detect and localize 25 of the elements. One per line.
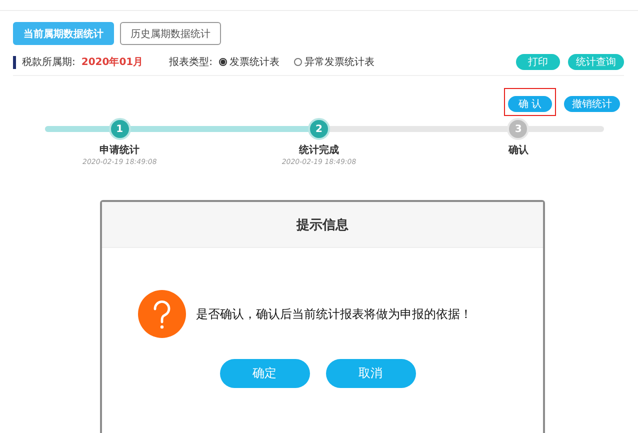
radio-button[interactable] <box>294 58 302 66</box>
report-type-label: 报表类型: <box>169 56 212 69</box>
step-circle: 3 <box>507 118 530 140</box>
radio-option[interactable]: 发票统计表 <box>218 55 280 69</box>
step-label: 申请统计 <box>100 144 140 157</box>
dialog-button[interactable]: 取消 <box>326 359 416 388</box>
step-circle: 2 <box>308 118 330 140</box>
tab[interactable]: 当前属期数据统计 <box>13 22 114 45</box>
radio-option[interactable]: 异常发票统计表 <box>294 55 374 69</box>
step-label: 统计完成 <box>298 143 339 157</box>
accent-bar <box>13 56 16 68</box>
radio-button[interactable] <box>218 58 226 66</box>
period-value: 2020年01月 <box>81 56 144 69</box>
dialog-title: 提示信息 <box>296 216 348 234</box>
pill-button[interactable]: 撤销统计 <box>564 96 620 112</box>
period-label: 税款所属期: <box>22 56 76 69</box>
pill-button[interactable]: 统计查询 <box>568 54 624 70</box>
step-circle: 1 <box>108 118 131 140</box>
step-label: 确认 <box>508 144 528 157</box>
dialog-button[interactable]: 确定 <box>220 359 310 388</box>
pill-button[interactable]: 确 认 <box>508 96 552 112</box>
question-icon <box>138 290 186 338</box>
tab[interactable]: 历史属期数据统计 <box>120 22 221 45</box>
pill-button[interactable]: 打印 <box>516 54 560 70</box>
dialog-message: 是否确认，确认后当前统计报表将做为申报的依据！ <box>196 306 472 322</box>
